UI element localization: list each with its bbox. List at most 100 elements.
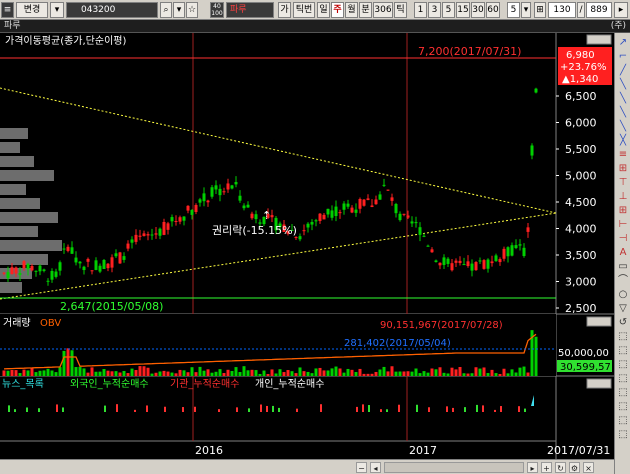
diag3-tool-icon[interactable]: ╲ (617, 107, 629, 119)
refresh-icon[interactable]: ↻ (555, 462, 566, 473)
dropdown-icon[interactable]: ▾ (50, 2, 64, 18)
volume-bar (514, 372, 518, 376)
close-icon[interactable]: × (583, 462, 594, 473)
left-tool-icon[interactable]: ⊢ (617, 219, 629, 231)
btn-daily[interactable]: 일 (317, 2, 330, 18)
volume-bar (386, 371, 390, 376)
candle-body (454, 260, 458, 263)
candle-body (154, 233, 158, 235)
top-tool-icon[interactable]: ⊤ (617, 177, 629, 189)
btn-5[interactable]: 5 (442, 2, 455, 18)
chart-canvas[interactable]: 가격이동평균(종가,단순이평) 7,200(2017/07/31) 2,647(… (0, 33, 614, 459)
obv-high-label: 281,402(2017/05/04) (344, 338, 451, 349)
search-icon[interactable]: ⌕ (160, 2, 172, 18)
candle-body (214, 185, 218, 190)
scroll-left-icon[interactable]: ◂ (370, 462, 381, 473)
btn-weekly[interactable]: 주 (331, 2, 344, 18)
bottom-tool-icon[interactable]: ⊥ (617, 191, 629, 203)
btn-tick[interactable]: 틱 (394, 2, 407, 18)
grid-tool-icon[interactable]: ⊞ (617, 163, 629, 175)
slot1-icon[interactable]: ⬚ (617, 331, 629, 343)
diag2-tool-icon[interactable]: ╲ (617, 93, 629, 105)
candle-body (378, 194, 382, 200)
zoom-out-icon[interactable]: − (356, 462, 367, 473)
stock-name-field[interactable]: 파루 (226, 2, 274, 18)
corner-tool-icon[interactable]: ⌐ (617, 51, 629, 63)
right-tool-icon[interactable]: ⊣ (617, 233, 629, 245)
btn-monthly[interactable]: 월 (345, 2, 358, 18)
code-dropdown-icon[interactable]: ▾ (173, 2, 185, 18)
lock-icon[interactable]: ⊞ (534, 2, 546, 18)
btn-1[interactable]: 1 (414, 2, 427, 18)
horizontal-scrollbar[interactable] (384, 462, 524, 473)
investor-marker (104, 405, 106, 412)
fib-tool-icon[interactable]: ≡ (617, 149, 629, 161)
btn-minute[interactable]: 분 (359, 2, 372, 18)
slot8-icon[interactable]: ⬚ (617, 429, 629, 441)
candle-body (410, 221, 414, 224)
volume-bar (338, 368, 342, 376)
volume-bar (18, 373, 22, 376)
candle-body (46, 280, 50, 282)
volume-bar (46, 368, 50, 376)
volume-bar (174, 373, 178, 376)
triangle-tool-icon[interactable]: ▽ (617, 303, 629, 315)
volume-bar (410, 371, 414, 376)
btn-15[interactable]: 15 (456, 2, 470, 18)
slot2-icon[interactable]: ⬚ (617, 345, 629, 357)
slot7-icon[interactable]: ⬚ (617, 415, 629, 427)
btn-306[interactable]: 306 (373, 2, 393, 18)
star-icon[interactable]: ☆ (186, 2, 198, 18)
candle-body (326, 208, 330, 215)
btn-ga[interactable]: 가 (278, 2, 291, 18)
candle-body (426, 245, 430, 247)
volume-bar (430, 368, 434, 376)
candle-body (210, 187, 214, 197)
current-price: 6,980 (566, 50, 595, 61)
period-input[interactable]: 5 (507, 2, 520, 18)
arc-tool-icon[interactable]: ⌒ (617, 275, 629, 287)
zoom-in-icon[interactable]: + (541, 462, 552, 473)
slot6-icon[interactable]: ⬚ (617, 401, 629, 413)
box-tool-icon[interactable]: ⊞ (617, 205, 629, 217)
btn-30[interactable]: 30 (471, 2, 485, 18)
circle-tool-icon[interactable]: ○ (617, 289, 629, 301)
volume-bar (210, 372, 214, 376)
undo-tool-icon[interactable]: ↺ (617, 317, 629, 329)
candle-body (370, 205, 374, 208)
volume-bar (50, 370, 54, 376)
volume-bar (510, 369, 514, 376)
volume-bar (42, 370, 46, 376)
candle-body (514, 245, 518, 249)
btn-3[interactable]: 3 (428, 2, 441, 18)
candle-body (130, 239, 134, 243)
slot5-icon[interactable]: ⬚ (617, 387, 629, 399)
rect-tool-icon[interactable]: ▭ (617, 261, 629, 273)
candle-body (122, 256, 126, 260)
volume-bar (522, 366, 526, 376)
volume-bar (70, 350, 74, 376)
text-tool-icon[interactable]: A (617, 247, 629, 259)
btn-60[interactable]: 60 (486, 2, 500, 18)
candle-body (126, 243, 130, 249)
arrow-tool-icon[interactable]: ↗ (617, 37, 629, 49)
category-select[interactable]: 변경 (16, 2, 48, 18)
diag-tool-icon[interactable]: ╲ (617, 79, 629, 91)
line-tool-icon[interactable]: ╱ (617, 65, 629, 77)
settings-icon[interactable]: ⚙ (569, 462, 580, 473)
scroll-right-icon[interactable]: ▸ (527, 462, 538, 473)
menu-icon[interactable]: ≡ (1, 2, 14, 18)
count-input[interactable]: 130 (548, 2, 576, 18)
stock-code-input[interactable]: 043200 (66, 2, 158, 18)
volume-bar (370, 373, 374, 376)
btn-tick-number[interactable]: 틱번 (293, 2, 315, 18)
diag4-tool-icon[interactable]: ╲ (617, 121, 629, 133)
expand-icon[interactable]: ▸ (614, 2, 628, 18)
volume-profile-bar (0, 128, 28, 139)
slot3-icon[interactable]: ⬚ (617, 359, 629, 371)
candle-body (518, 244, 522, 246)
volume-bar (230, 370, 234, 376)
cross-tool-icon[interactable]: ╳ (617, 135, 629, 147)
slot4-icon[interactable]: ⬚ (617, 373, 629, 385)
period-spin-icon[interactable]: ▾ (521, 2, 531, 18)
